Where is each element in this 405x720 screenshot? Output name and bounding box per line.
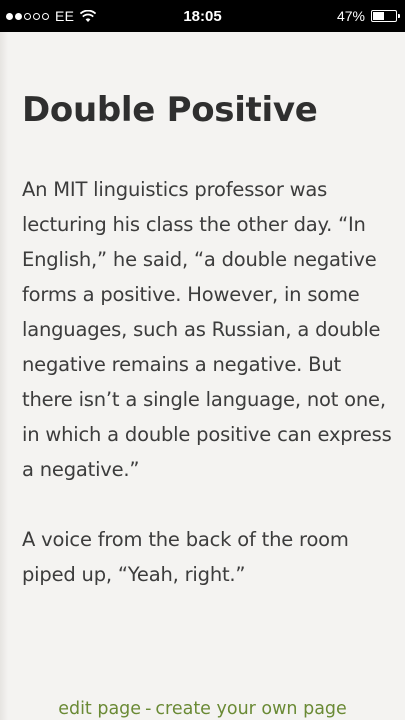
article-paragraph: A voice from the back of the room piped … [22, 528, 349, 586]
battery-tip [398, 14, 400, 18]
article-title: Double Positive [22, 90, 318, 130]
page-edge-shadow [0, 32, 8, 720]
footer-links: edit page - create your own page [0, 699, 405, 719]
battery-fill [373, 12, 385, 20]
status-bar: EE 18:05 47% [0, 0, 405, 32]
footer-separator: - [145, 699, 152, 719]
article-paragraph: An MIT linguistics professor was lecturi… [22, 178, 392, 481]
edit-page-link[interactable]: edit page [58, 699, 141, 719]
article-body: An MIT linguistics professor was lecturi… [22, 172, 392, 627]
battery-icon [371, 10, 400, 22]
status-right: 47% [336, 0, 400, 32]
battery-percent: 47% [336, 8, 365, 24]
page-content: Double Positive An MIT linguistics profe… [0, 32, 405, 720]
create-page-link[interactable]: create your own page [155, 699, 346, 719]
